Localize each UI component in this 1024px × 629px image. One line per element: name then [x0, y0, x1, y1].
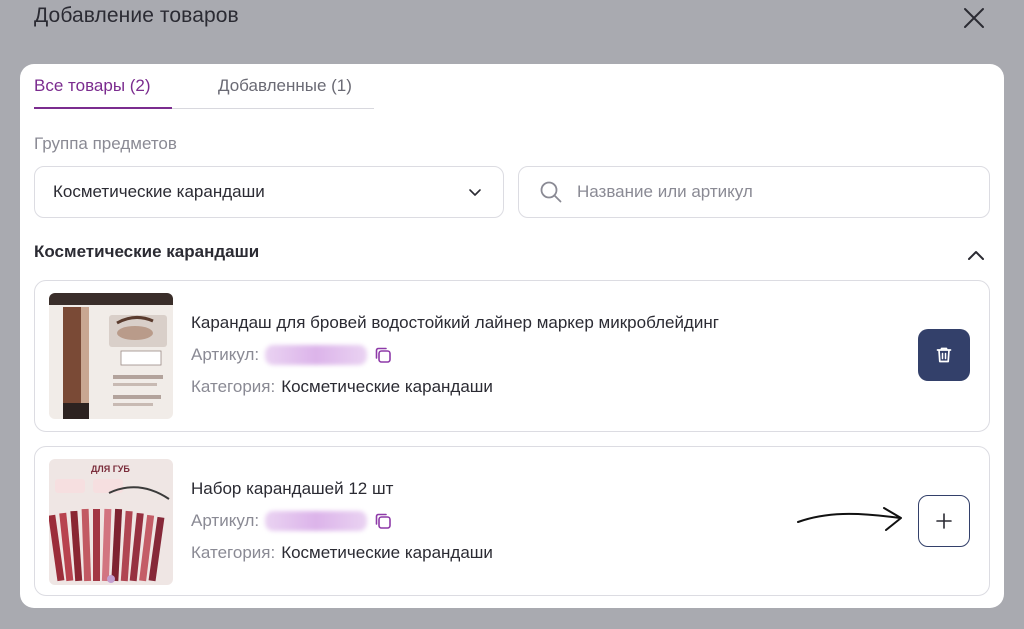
product-image[interactable] — [49, 293, 173, 419]
search-input[interactable] — [575, 181, 959, 203]
group-select-value: Косметические карандаши — [53, 182, 265, 201]
lip-pencils-set-product-image: ДЛЯ ГУБ — [49, 459, 173, 585]
category-value: Косметические карандаши — [281, 377, 493, 396]
product-article-row: Артикул: — [191, 511, 393, 531]
product-article-row: Артикул: — [191, 345, 393, 365]
product-image[interactable]: ДЛЯ ГУБ — [49, 459, 173, 585]
tab-all-products[interactable]: Все товары (2) — [34, 64, 172, 109]
copy-icon[interactable] — [373, 511, 393, 531]
plus-icon — [936, 513, 952, 529]
close-button[interactable] — [958, 2, 990, 34]
article-value-blurred — [265, 511, 368, 531]
tab-added-products[interactable]: Добавленные (1) — [218, 64, 352, 108]
copy-icon[interactable] — [373, 345, 393, 365]
delete-product-button[interactable] — [918, 329, 970, 381]
article-value-blurred — [265, 345, 368, 365]
chevron-up-icon[interactable] — [964, 244, 988, 268]
close-icon[interactable] — [962, 6, 986, 30]
group-label: Группа предметов — [34, 134, 177, 153]
search-icon — [540, 181, 562, 203]
category-value: Косметические карандаши — [281, 543, 493, 562]
brow-pencil-product-image — [49, 293, 173, 419]
article-label: Артикул: — [191, 511, 260, 530]
trash-icon — [936, 347, 952, 363]
thumb-caption: ДЛЯ ГУБ — [91, 464, 130, 474]
add-product-button[interactable] — [918, 495, 970, 547]
product-title: Набор карандашей 12 шт — [191, 479, 394, 498]
product-category-row: Категория: Косметические карандаши — [191, 377, 493, 397]
product-category-row: Категория: Косметические карандаши — [191, 543, 493, 563]
category-label: Категория: — [191, 543, 276, 562]
category-label: Категория: — [191, 377, 276, 396]
tab-bar: Все товары (2) Добавленные (1) — [34, 64, 374, 109]
dialog-title: Добавление товаров — [34, 4, 239, 27]
search-field[interactable] — [518, 166, 990, 218]
article-label: Артикул: — [191, 345, 260, 364]
section-title: Косметические карандаши — [34, 242, 260, 261]
arrow-pointer-icon — [797, 507, 902, 531]
chevron-down-icon — [469, 189, 481, 196]
product-card: Карандаш для бровей водостойкий лайнер м… — [34, 280, 990, 432]
product-title: Карандаш для бровей водостойкий лайнер м… — [191, 313, 719, 332]
group-select[interactable]: Косметические карандаши — [34, 166, 504, 218]
